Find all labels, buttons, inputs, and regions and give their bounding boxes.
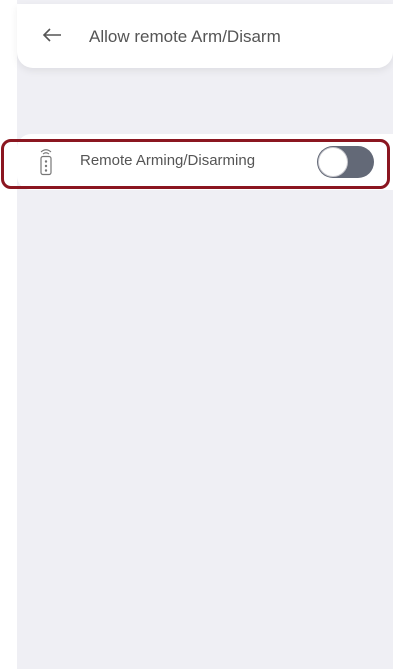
screen-background xyxy=(17,0,393,669)
arrow-left-icon xyxy=(42,28,61,42)
back-button[interactable] xyxy=(39,22,65,48)
remote-arming-toggle[interactable] xyxy=(317,146,374,178)
app-header: Allow remote Arm/Disarm xyxy=(17,4,393,68)
page-title: Allow remote Arm/Disarm xyxy=(89,27,281,46)
remote-control-icon xyxy=(40,149,52,176)
setting-row-remote-arming: Remote Arming/Disarming xyxy=(17,134,393,190)
toggle-knob xyxy=(318,147,348,177)
setting-label: Remote Arming/Disarming xyxy=(80,152,256,169)
